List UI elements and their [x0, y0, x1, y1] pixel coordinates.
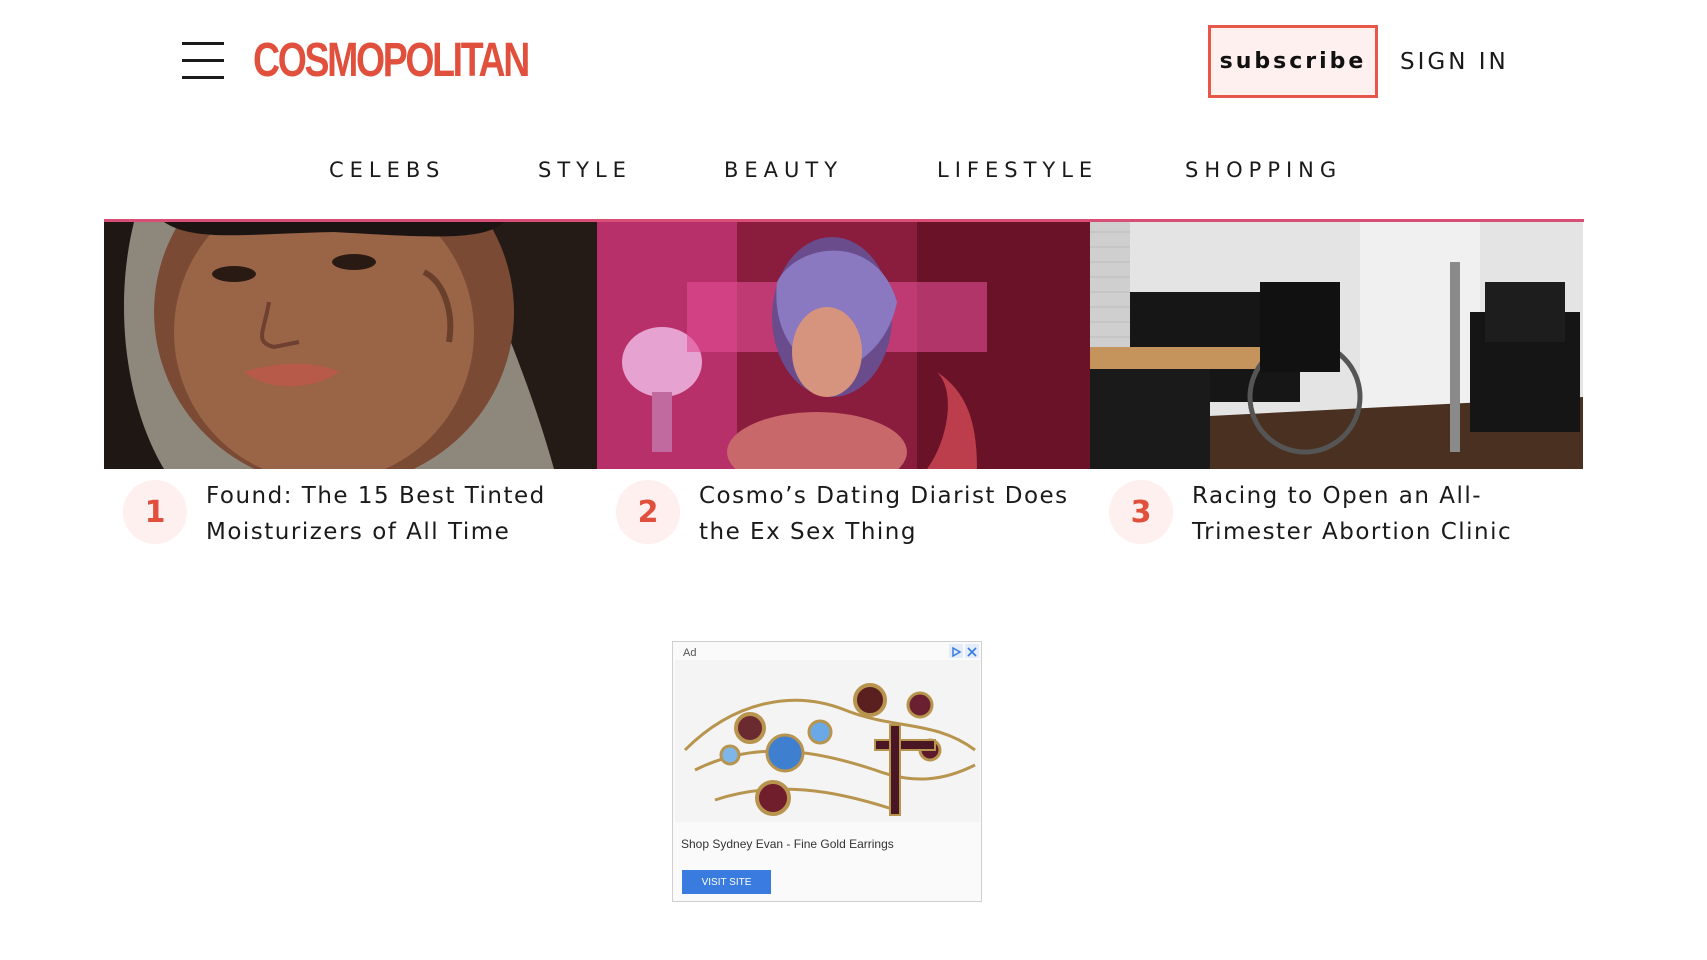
ad-label: Ad [683, 647, 697, 659]
nav-item-beauty[interactable]: BEAUTY [724, 158, 843, 182]
sign-in-link[interactable]: SIGN IN [1400, 44, 1509, 80]
nav-item-shopping[interactable]: SHOPPING [1185, 158, 1342, 182]
story-number-badge: 1 [123, 480, 187, 544]
ad-headline[interactable]: Shop Sydney Evan - Fine Gold Earrings [681, 837, 894, 851]
story-card-3[interactable]: 3 Racing to Open an All-Trimester Aborti… [1090, 222, 1583, 552]
story-title[interactable]: Racing to Open an All-Trimester Abortion… [1192, 478, 1572, 550]
trending-stories: 1 Found: The 15 Best Tinted Moisturizers… [104, 222, 1584, 552]
hamburger-menu-icon[interactable] [182, 40, 224, 80]
ad-choices [949, 644, 979, 658]
ad-image-jewelry[interactable] [675, 660, 980, 822]
story-number-badge: 3 [1109, 480, 1173, 544]
story-card-2[interactable]: 2 Cosmo’s Dating Diarist Does the Ex Sex… [597, 222, 1090, 552]
story-title[interactable]: Cosmo’s Dating Diarist Does the Ex Sex T… [699, 478, 1079, 550]
visit-site-button[interactable]: VISIT SITE [682, 870, 771, 894]
story-image-tinted-moisturizer[interactable] [104, 222, 597, 469]
main-nav: CELEBS STYLE BEAUTY LIFESTYLE SHOPPING [0, 158, 1707, 188]
nav-item-lifestyle[interactable]: LIFESTYLE [937, 158, 1098, 182]
story-image-abortion-clinic[interactable] [1090, 222, 1583, 469]
close-icon[interactable] [965, 644, 979, 658]
story-title[interactable]: Found: The 15 Best Tinted Moisturizers o… [206, 478, 586, 550]
story-number-badge: 2 [616, 480, 680, 544]
nav-item-celebs[interactable]: CELEBS [329, 158, 445, 182]
ad-unit[interactable]: Ad Shop Sydney Evan - Fine Gold Earrings… [672, 641, 982, 902]
story-card-1[interactable]: 1 Found: The 15 Best Tinted Moisturizers… [104, 222, 597, 552]
nav-item-style[interactable]: STYLE [538, 158, 632, 182]
story-image-dating-diarist[interactable] [597, 222, 1090, 469]
subscribe-button[interactable]: subscribe [1208, 25, 1378, 98]
site-logo[interactable]: COSMOPOLITAN [253, 34, 530, 88]
adchoices-icon[interactable] [949, 644, 963, 658]
